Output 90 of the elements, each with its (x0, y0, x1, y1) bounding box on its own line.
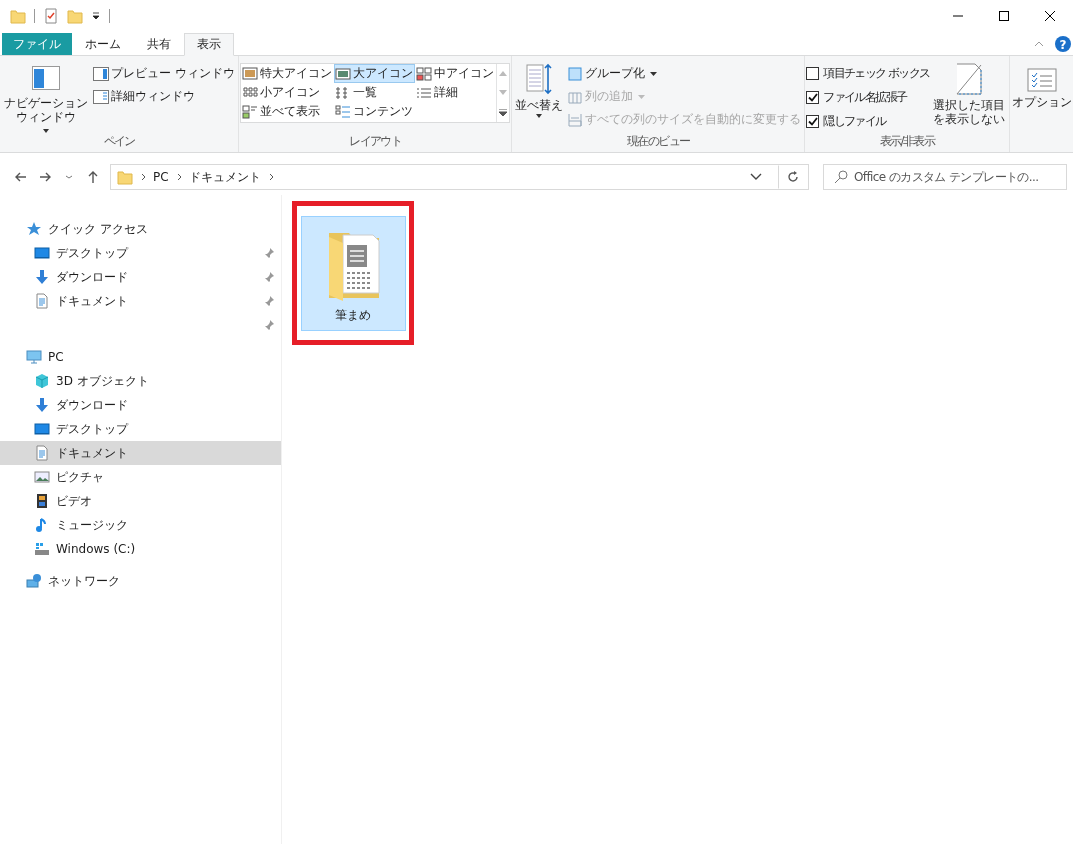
checkbox[interactable] (806, 91, 820, 104)
up-arrow-icon (499, 71, 508, 77)
group-label: ペイン (102, 133, 136, 150)
group-label: 現在のビュー (626, 133, 691, 150)
nav-item[interactable]: 3D オブジェクト (0, 369, 281, 393)
nav-item[interactable]: ドキュメント (0, 289, 281, 313)
nav-item[interactable]: ダウンロード (0, 265, 281, 289)
preview-pane-icon (93, 66, 110, 81)
network-icon (26, 573, 42, 589)
monitor-icon (34, 421, 50, 437)
nav-item[interactable]: ダウンロード (0, 393, 281, 417)
column-resize-icon (567, 111, 584, 128)
layout-option[interactable]: 大アイコン (334, 64, 416, 83)
computer-icon (26, 349, 42, 365)
nav-item[interactable]: Windows (C:) (0, 537, 281, 561)
close-icon (1045, 11, 1055, 21)
film-icon (34, 493, 50, 509)
navigation-pane-icon (32, 66, 61, 90)
drive-icon (34, 541, 50, 557)
nav-item[interactable]: クイック アクセス (0, 217, 281, 241)
details-pane-icon (93, 89, 110, 104)
sort-button[interactable]: 並べ替え (513, 59, 566, 132)
address-bar[interactable]: PC ドキュメント (110, 164, 809, 190)
group-icon (567, 65, 584, 82)
layout-option[interactable]: 並べて表示 (241, 102, 335, 121)
checkbox[interactable] (806, 114, 820, 128)
forward-arrow-icon (38, 170, 52, 184)
checkbox-label: 隠しファイル (823, 112, 886, 130)
checkbox[interactable] (806, 67, 820, 81)
options-button[interactable]: オプション (1010, 59, 1073, 152)
up-arrow-icon (86, 170, 100, 184)
hide-selected-button[interactable]: 選択した項目を表示しない (929, 59, 1008, 132)
down-arrow-icon (34, 269, 50, 285)
layout-option[interactable]: 中アイコン (415, 64, 497, 83)
sort-icon (526, 63, 553, 95)
group-by-button[interactable]: グループ化 (565, 63, 804, 84)
refresh-icon (786, 170, 800, 184)
options-icon (1026, 68, 1057, 92)
document-icon (34, 445, 50, 461)
folder-icon (10, 8, 26, 24)
content-view-icon (335, 103, 352, 120)
nav-item[interactable]: デスクトップ (0, 241, 281, 265)
layout-option[interactable]: 一覧 (334, 83, 416, 102)
breadcrumb[interactable]: ドキュメント (188, 168, 261, 186)
ribbon-tab[interactable]: ホーム (72, 33, 134, 56)
ribbon-tab[interactable]: 表示 (184, 33, 234, 56)
picture-icon (34, 469, 50, 485)
layout-option[interactable]: 特大アイコン (241, 64, 335, 83)
checkmark-icon (807, 116, 818, 126)
checkbox-label: 項目チェック ボックス (823, 65, 930, 83)
document-icon (34, 293, 50, 309)
folder-icon (117, 169, 133, 185)
hidden-page-icon (954, 63, 983, 95)
chevron-right-icon (139, 172, 147, 182)
nav-item[interactable]: ミュージック (0, 513, 281, 537)
caret-icon (535, 113, 544, 119)
ribbon-tab[interactable]: 共有 (134, 33, 184, 56)
nav-item[interactable]: PC (0, 345, 281, 369)
back-arrow-icon (14, 170, 28, 184)
search-icon (834, 170, 848, 184)
nav-item[interactable]: ピクチャ (0, 465, 281, 489)
cube-icon (34, 373, 50, 389)
caret-icon (42, 128, 51, 134)
breadcrumb[interactable]: PC (153, 170, 169, 184)
folder-icon (67, 8, 83, 24)
down-arrow-icon (34, 397, 50, 413)
nav-item[interactable]: ビデオ (0, 489, 281, 513)
nav-item[interactable]: ドキュメント (0, 441, 281, 465)
chevron-down-icon (750, 173, 762, 181)
layout-option[interactable]: コンテンツ (334, 102, 416, 121)
group-label: レイアウト (348, 133, 403, 150)
layout-option[interactable]: 詳細 (415, 83, 497, 102)
maximize-icon (999, 11, 1009, 21)
group-label: 表示/非表示 (878, 133, 936, 150)
search-field[interactable]: Office のカスタム テンプレートの... (823, 164, 1067, 190)
checklist-icon (43, 8, 59, 24)
preview-pane-button[interactable]: プレビュー ウィンドウ (91, 63, 238, 84)
navigation-pane-button[interactable]: ナビゲーションウィンドウ (1, 59, 92, 132)
checkbox-label: ファイル名拡張子 (823, 89, 907, 106)
details-pane-button[interactable]: 詳細ウィンドウ (91, 86, 238, 107)
monitor-icon (34, 245, 50, 261)
folder-item[interactable]: 筆まめ (300, 215, 406, 331)
checkmark-icon (807, 93, 818, 102)
more-icon (499, 108, 508, 116)
down-arrow-icon (499, 90, 508, 96)
nav-item[interactable]: ネットワーク (0, 569, 281, 593)
nav-item[interactable]: デスクトップ (0, 417, 281, 441)
star-icon (26, 221, 42, 237)
help-button[interactable]: ? (1055, 35, 1071, 52)
layout-option[interactable]: 小アイコン (241, 83, 335, 102)
